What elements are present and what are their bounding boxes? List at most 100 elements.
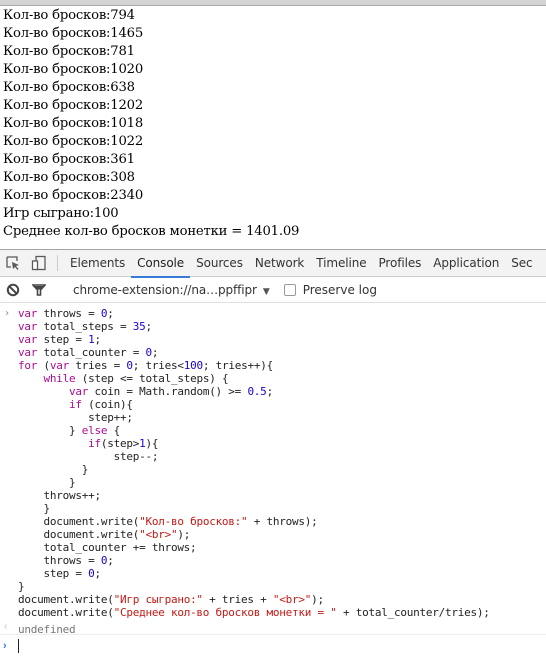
- code-text: throws =: [18, 554, 101, 567]
- code-number: 0.5: [247, 385, 267, 398]
- code-line: step = 0;: [18, 567, 546, 580]
- code-text: throws =: [37, 307, 101, 320]
- code-text: document.write(: [18, 606, 114, 619]
- tab-sec[interactable]: Sec: [505, 250, 538, 277]
- code-line: for (var tries = 0; tries<100; tries++){: [18, 359, 546, 372]
- code-text: ;: [107, 307, 114, 320]
- code-line: if(step>1){: [18, 437, 546, 450]
- inspect-element-icon[interactable]: [3, 253, 23, 273]
- page-output-line: Кол-во бросков:1022: [3, 134, 144, 149]
- code-line: }: [18, 463, 546, 476]
- page-output-line: Кол-во бросков:638: [3, 80, 135, 95]
- tab-list: Elements Console Sources Network Timeline Pro…: [64, 250, 539, 278]
- devtools-tabbar: Elements Console Sources Network Timeline Pro…: [0, 250, 546, 278]
- tab-application[interactable]: Application: [427, 250, 505, 277]
- code-text: {: [107, 424, 121, 437]
- page-output: Кол-во бросков:794 Кол-во бросков:1465 Кол…: [0, 7, 546, 249]
- code-keyword: if: [68, 398, 82, 411]
- clear-console-icon[interactable]: [3, 280, 23, 300]
- code-keyword: if: [88, 437, 101, 450]
- code-line: var total_counter = 0;: [18, 346, 546, 359]
- code-text: step =: [18, 567, 89, 580]
- code-line: if (coin){: [18, 398, 546, 411]
- code-line: while (step <= total_steps) {: [18, 372, 546, 385]
- page-output-line: Кол-во бросков:1465: [3, 26, 144, 41]
- preserve-log-checkbox[interactable]: [283, 283, 296, 296]
- page-output-line: Кол-во бросков:1202: [3, 98, 144, 113]
- code-text: ;: [107, 554, 114, 567]
- page-output-line: Кол-во бросков:2340: [3, 188, 144, 203]
- code-text: }: [18, 476, 76, 489]
- code-line: }: [18, 580, 546, 593]
- code-text: (: [37, 359, 50, 372]
- code-text: );: [177, 528, 191, 541]
- code-line: throws++;: [18, 489, 546, 502]
- code-text: ;: [266, 385, 274, 398]
- tab-console[interactable]: Console: [131, 250, 191, 278]
- page-output-line: Кол-во бросков:308: [3, 170, 135, 185]
- code-text: ;: [94, 333, 101, 346]
- code-line: document.write("<br>");: [18, 528, 546, 541]
- page-output-line: Среднее кол-во бросков монетки = 1401.09: [3, 224, 300, 239]
- code-line: }: [18, 476, 546, 489]
- page-output-line: Кол-во бросков:781: [3, 44, 135, 59]
- code-line: document.write("Игр сыграно:" + tries + …: [18, 593, 546, 606]
- code-text: step--;: [18, 450, 159, 463]
- code-text: document.write(: [18, 515, 140, 528]
- code-block: var throws = 0; var total_steps = 35; var …: [18, 307, 546, 619]
- toolbar-divider: [57, 255, 58, 271]
- code-text: ){: [145, 437, 159, 450]
- filter-icon[interactable]: [29, 280, 49, 300]
- input-prompt-icon: ›: [4, 308, 11, 319]
- code-line: } else {: [18, 424, 546, 437]
- page-output-line: Кол-во бросков:1018: [3, 116, 144, 131]
- code-text: ; tries++){: [202, 359, 273, 372]
- code-text: document.write(: [18, 593, 114, 606]
- console-result-entry: ‹ undefined: [0, 620, 546, 636]
- code-text: );: [311, 593, 324, 606]
- prompt-chevron-icon: ›: [3, 640, 7, 652]
- code-text: ; tries<: [132, 359, 184, 372]
- tab-network[interactable]: Network: [249, 250, 310, 277]
- code-text: step =: [37, 333, 89, 346]
- tab-sources[interactable]: Sources: [190, 250, 249, 277]
- code-line: total_counter += throws;: [18, 541, 546, 554]
- code-keyword: var: [18, 320, 38, 333]
- code-text: (step>: [100, 437, 140, 450]
- code-line: throws = 0;: [18, 554, 546, 567]
- code-number: 35: [132, 320, 146, 333]
- code-text: }: [18, 502, 50, 515]
- code-text: }: [18, 463, 89, 476]
- code-text: ;: [145, 320, 152, 333]
- tab-profiles[interactable]: Profiles: [373, 250, 428, 277]
- code-line: document.write("Кол-во бросков:" + throw…: [18, 515, 546, 528]
- code-keyword: for: [18, 359, 38, 372]
- code-line: var coin = Math.random() >= 0.5;: [18, 385, 546, 398]
- page-output-line: Кол-во бросков:794: [3, 8, 135, 23]
- code-text: total_counter =: [37, 346, 146, 359]
- devtools-panel: Elements Console Sources Network Timeline Pro…: [0, 249, 546, 658]
- code-text: + tries +: [202, 593, 273, 606]
- device-mode-icon[interactable]: [29, 253, 49, 273]
- code-string: "Игр сыграно:": [113, 593, 203, 606]
- code-keyword: while: [43, 372, 76, 385]
- code-string: "Среднее кол-во бросков монетки = ": [113, 606, 337, 619]
- preserve-log-label[interactable]: Preserve log: [303, 283, 377, 297]
- result-prompt-icon: ‹: [4, 621, 8, 632]
- tab-timeline[interactable]: Timeline: [310, 250, 372, 277]
- console-toolbar: chrome-extension://na…ppffipr ▼ Preserve …: [0, 277, 546, 303]
- code-line: document.write("Среднее кол-во бросков м…: [18, 606, 546, 619]
- tab-elements[interactable]: Elements: [64, 250, 131, 277]
- code-text: total_counter += throws;: [18, 541, 197, 554]
- code-text: total_steps =: [37, 320, 133, 333]
- code-keyword: var: [18, 333, 38, 346]
- context-selector[interactable]: chrome-extension://na…ppffipr ▼: [73, 283, 270, 297]
- code-string: "Кол-во бросков:": [139, 515, 248, 528]
- console-prompt[interactable]: ›: [0, 638, 546, 656]
- code-keyword: var: [18, 307, 38, 320]
- code-keyword: var: [49, 359, 69, 372]
- console-output: › var throws = 0; var total_steps = 35; va…: [0, 303, 546, 656]
